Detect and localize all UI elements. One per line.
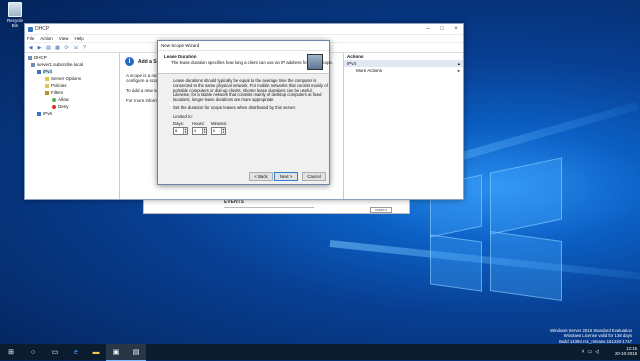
submenu-arrow-icon: ▸	[457, 68, 460, 73]
deny-icon	[52, 104, 56, 109]
description-line: locations, longer lease durations are mo…	[173, 97, 275, 103]
recycle-bin-shortcut[interactable]: Recycle Bin	[4, 2, 26, 28]
server-manager-icon: ▣	[112, 349, 120, 356]
wallpaper-window-pane	[490, 230, 562, 302]
dhcp-app-icon	[28, 26, 33, 32]
spinner-arrows-icon[interactable]: ▴ ▾	[221, 128, 225, 134]
wallpaper-window-pane	[430, 234, 482, 292]
tree-ipv4[interactable]: IPv4	[37, 69, 53, 74]
taskbar-explorer[interactable]: ▬	[86, 344, 106, 360]
evaluation-watermark: Windows Server 2016 Standard Evaluation …	[550, 328, 632, 344]
search-button[interactable]: ○	[22, 344, 44, 360]
wizard-graphic-icon	[307, 54, 323, 70]
recycle-bin-label: Recycle Bin	[6, 18, 23, 28]
task-view-button[interactable]: ▭	[44, 344, 66, 360]
properties-icon[interactable]: ▦	[54, 45, 61, 51]
clock[interactable]: 12:15 20-10-2018	[615, 346, 637, 357]
windows-logo-icon: ⊞	[8, 349, 14, 356]
forward-arrow-icon[interactable]: ▶	[36, 45, 43, 51]
tree-server[interactable]: server1.subscribe.local	[31, 62, 83, 67]
taskbar-dhcp[interactable]: ▤	[126, 344, 146, 361]
filter-icon	[45, 90, 49, 95]
tree-allow[interactable]: Allow	[52, 97, 69, 102]
actions-pane: Actions IPv4 ▴ More Actions ▸	[343, 53, 463, 199]
allow-icon	[52, 97, 56, 102]
minutes-label: Minutes:	[211, 121, 228, 126]
spinner-arrows-icon[interactable]: ▴ ▾	[202, 128, 206, 134]
dhcp-title: DHCP	[35, 26, 50, 32]
days-spinner[interactable]: 8 ▴ ▾	[173, 127, 188, 135]
export-icon[interactable]: ⇲	[72, 45, 79, 51]
actions-section-ipv4[interactable]: IPv4 ▴	[344, 60, 463, 67]
recycle-bin-icon	[8, 2, 22, 17]
system-tray[interactable]: ˄▭◁	[581, 349, 602, 355]
taskbar-server-manager[interactable]: ▣	[106, 344, 126, 361]
tree-deny[interactable]: Deny	[52, 104, 69, 109]
days-label: Days:	[173, 121, 184, 126]
help-icon[interactable]: ?	[81, 45, 88, 51]
menu-help[interactable]: Help	[74, 36, 83, 41]
console-tree-icon[interactable]: ▤	[45, 45, 52, 51]
close-button[interactable]: ×	[449, 24, 463, 34]
spinner-arrows-icon[interactable]: ▴ ▾	[183, 128, 187, 134]
dhcp-icon: ▤	[132, 349, 140, 356]
server-icon	[31, 62, 35, 67]
wizard-header: Lease Duration The lease duration specif…	[158, 51, 333, 74]
back-button[interactable]: < Back	[249, 172, 273, 181]
wizard-description: Lease durations should typically be equa…	[173, 78, 328, 103]
wizard-heading: Lease Duration	[164, 54, 197, 59]
wallpaper-window-pane	[490, 157, 562, 235]
cancel-button[interactable]: Cancel	[302, 172, 326, 181]
minutes-spinner[interactable]: 0 ▴ ▾	[211, 127, 226, 135]
volume-icon[interactable]: ◁	[595, 349, 602, 355]
dhcp-icon	[28, 55, 32, 60]
file-explorer-icon: ▬	[92, 348, 100, 356]
tree-ipv6[interactable]: IPv6	[37, 111, 52, 116]
console-tree: DHCP server1.subscribe.local IPv4 Server…	[25, 53, 120, 199]
taskbar-ie[interactable]: e	[66, 344, 86, 360]
events-divider	[224, 207, 314, 208]
start-button[interactable]: ⊞	[0, 344, 22, 360]
ipv6-icon	[37, 111, 41, 116]
folder-icon	[45, 76, 49, 81]
maximize-button[interactable]: □	[435, 24, 449, 34]
ipv4-icon	[37, 69, 41, 74]
menu-file[interactable]: File	[27, 36, 34, 41]
search-icon: ○	[30, 348, 36, 356]
tree-server-options[interactable]: Server Options	[45, 76, 81, 81]
menu-view[interactable]: View	[59, 36, 69, 41]
limited-to-label: Limited to:	[173, 114, 193, 119]
refresh-icon[interactable]: ⟳	[63, 45, 70, 51]
info-icon: i	[125, 57, 134, 66]
new-scope-wizard-dialog[interactable]: New Scope Wizard Lease Duration The leas…	[157, 40, 333, 185]
wallpaper-beam	[329, 240, 640, 281]
next-button[interactable]: Next >	[274, 172, 298, 181]
tree-dhcp-root[interactable]: DHCP	[28, 55, 47, 60]
tasks-dropdown[interactable]: TASKS ▾	[370, 207, 392, 213]
task-view-icon: ▭	[51, 349, 59, 356]
folder-icon	[45, 83, 49, 88]
wizard-instruction: Set the duration for scope leases when d…	[173, 105, 297, 110]
collapse-arrow-icon: ▴	[457, 61, 460, 66]
tree-filters[interactable]: Filters	[45, 90, 63, 95]
hours-spinner[interactable]: 0 ▴ ▾	[192, 127, 207, 135]
internet-explorer-icon: e	[74, 348, 78, 356]
taskbar: ⊞ ○ ▭ e ▬ ▣ ▤ ˄▭◁ 12:15 20-10-2018	[0, 344, 640, 361]
dhcp-titlebar[interactable]: DHCP – □ ×	[25, 24, 463, 35]
back-arrow-icon[interactable]: ◀	[27, 45, 34, 51]
network-icon[interactable]: ▭	[587, 349, 595, 355]
hours-label: Hours:	[192, 121, 205, 126]
actions-header: Actions	[347, 54, 364, 59]
menu-action[interactable]: Action	[40, 36, 53, 41]
wizard-title: New Scope Wizard	[158, 41, 329, 51]
minimize-button[interactable]: –	[421, 24, 435, 34]
tree-policies[interactable]: Policies	[45, 83, 67, 88]
more-actions-item[interactable]: More Actions ▸	[344, 67, 463, 74]
